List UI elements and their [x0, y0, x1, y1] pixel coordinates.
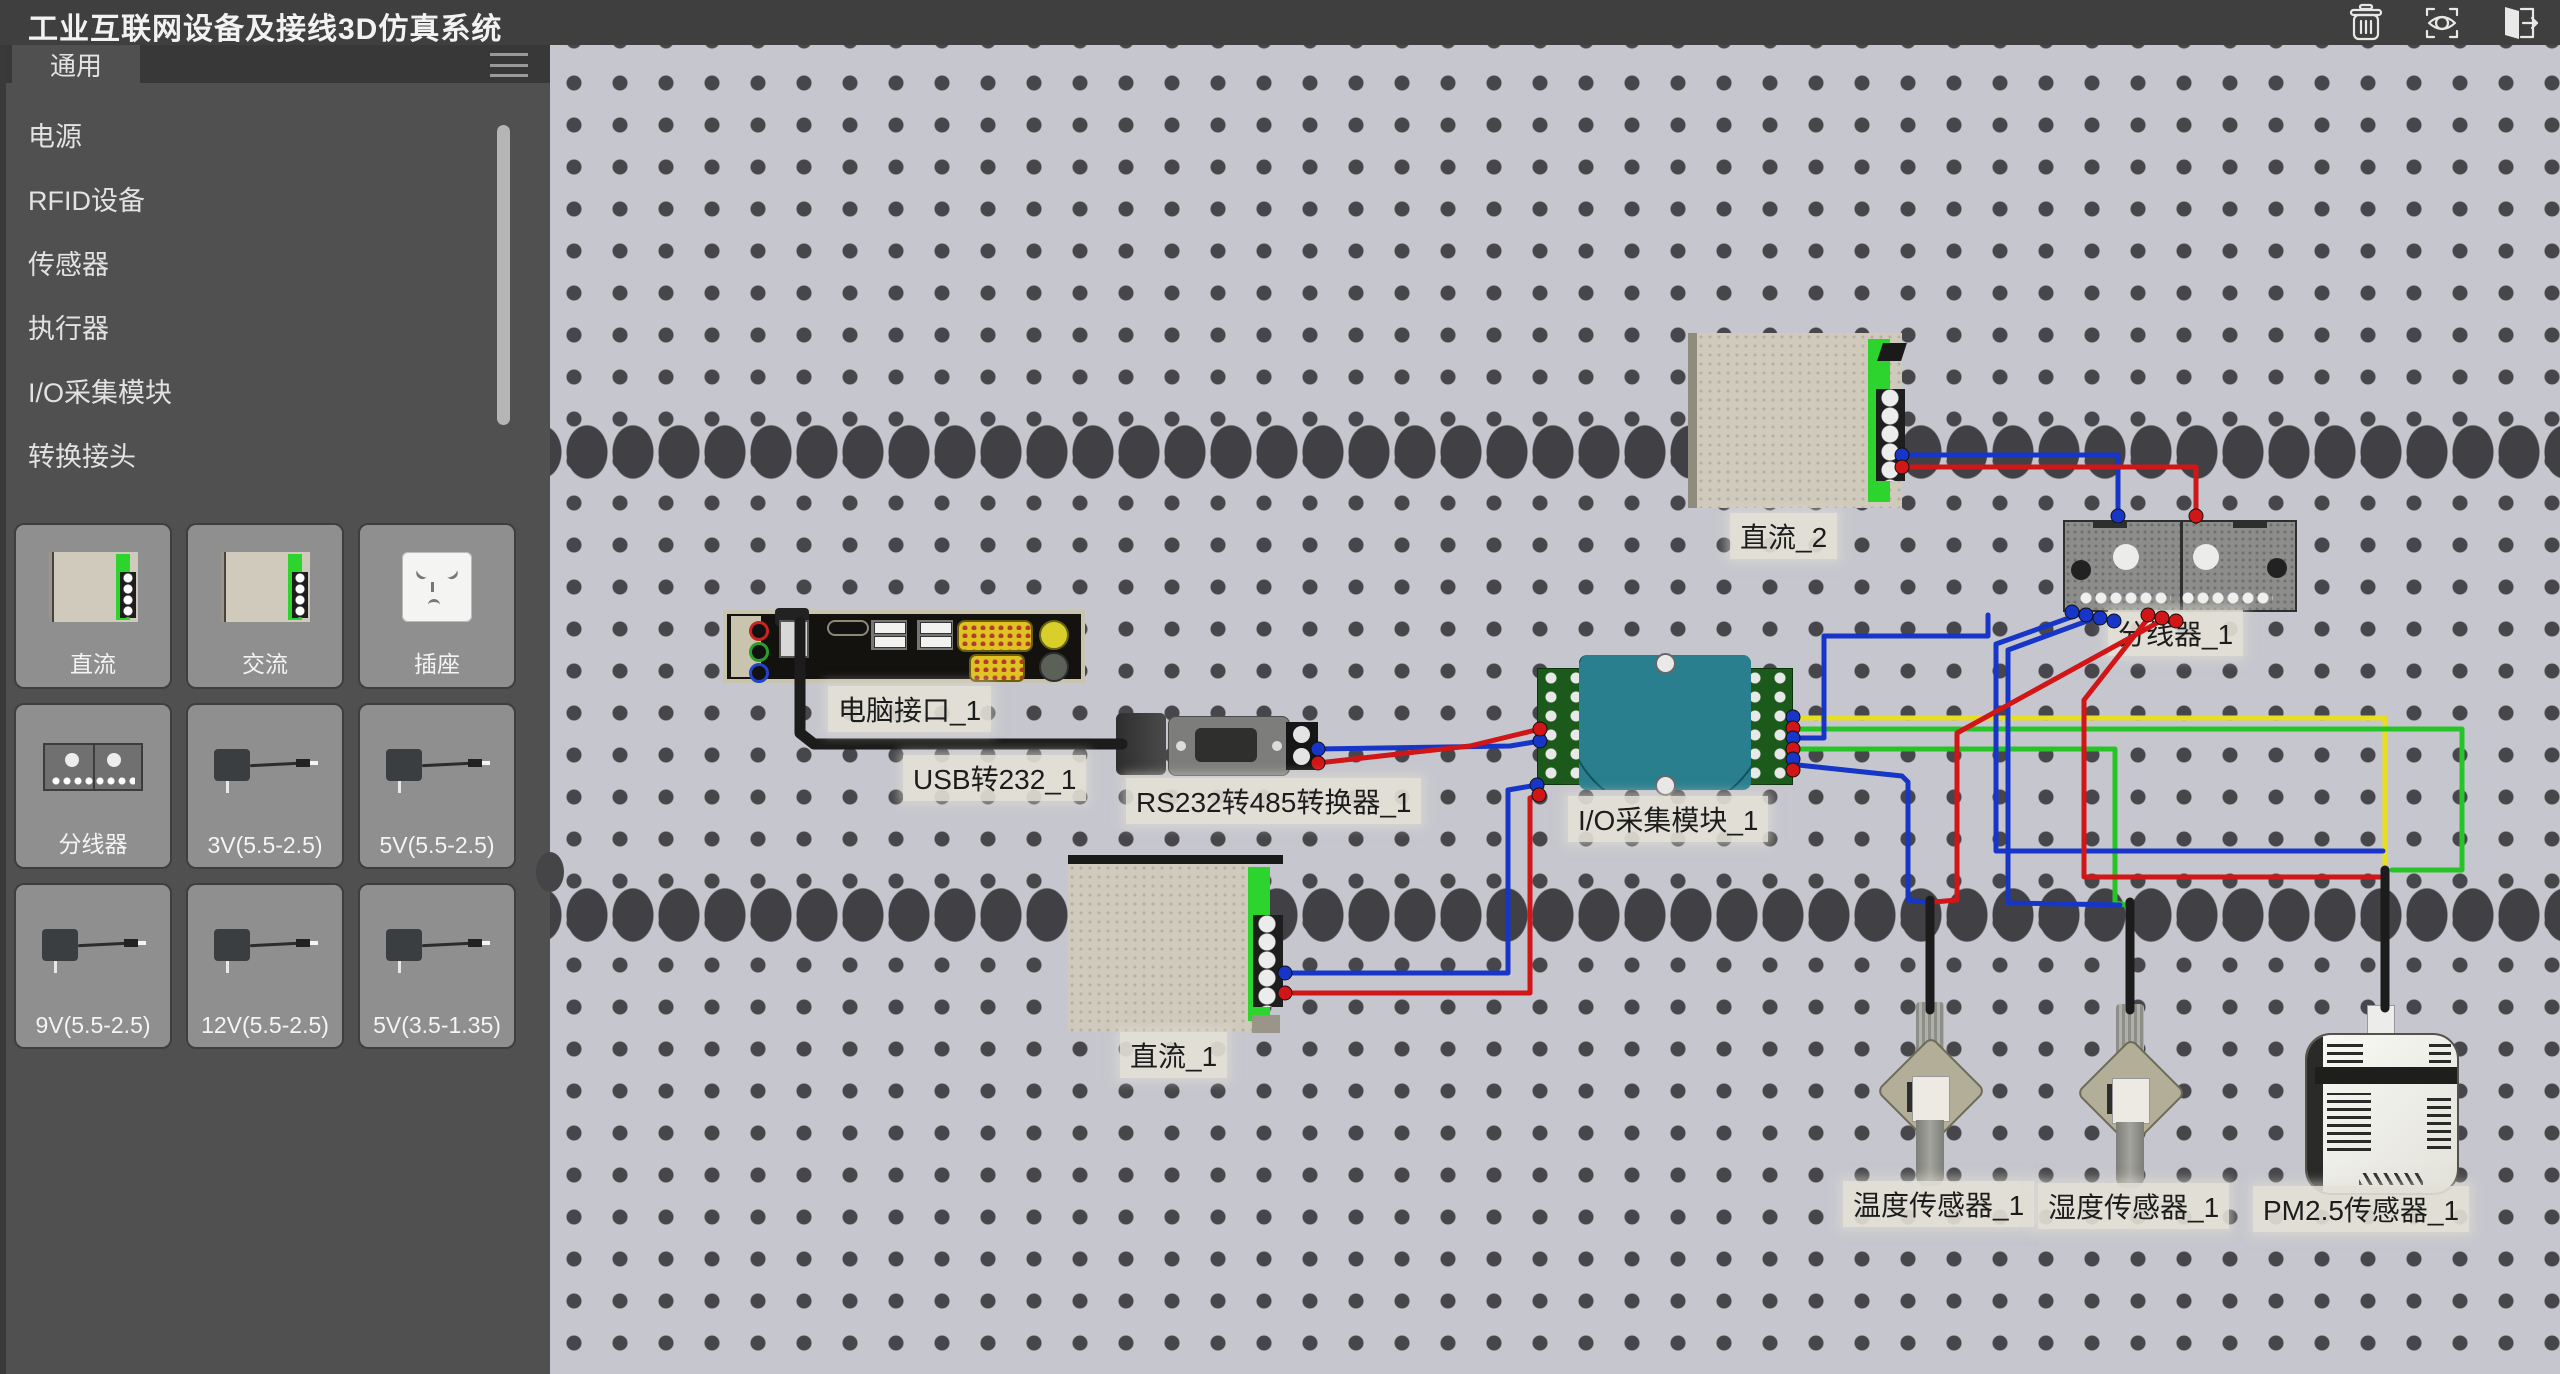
dc2-terminal-block: [1876, 389, 1905, 481]
exit-icon[interactable]: [2490, 2, 2546, 44]
audio-jack-red: [749, 621, 769, 641]
palette-card-12v[interactable]: 12V(5.5-2.5): [186, 883, 344, 1049]
title-bar: 工业互联网设备及接线3D仿真系统: [0, 0, 2560, 45]
device-humidity-sensor[interactable]: [2085, 1002, 2175, 1194]
tab-row: 通用: [6, 45, 550, 83]
sidebar-scrollbar[interactable]: [497, 125, 510, 425]
label-pm25: PM2.5传感器_1: [2253, 1186, 2469, 1232]
view-focus-icon[interactable]: [2414, 2, 2470, 44]
splitter-screw: [2193, 544, 2219, 570]
device-usb-to-232[interactable]: [1116, 713, 1166, 775]
label-humidity: 湿度传感器_1: [2038, 1183, 2229, 1229]
serial-port: [969, 654, 1025, 682]
adapter-thumb: [38, 917, 148, 977]
adapter-thumb: [382, 737, 492, 797]
splitter-thumb: [43, 743, 143, 791]
palette-card-5v[interactable]: 5V(5.5-2.5): [358, 703, 516, 869]
converter-terminal-block[interactable]: [1286, 722, 1318, 770]
dc-board-thumb: [49, 552, 138, 622]
socket-thumb: [402, 552, 472, 622]
label-pc-interface: 电脑接口_1: [828, 686, 991, 732]
trash-icon[interactable]: [2338, 2, 2394, 44]
menu-icon[interactable]: [490, 53, 528, 77]
ac-board-thumb: [221, 552, 310, 622]
sidebar-item-actuator[interactable]: 执行器: [6, 297, 550, 361]
label-temperature: 温度传感器_1: [1843, 1181, 2034, 1227]
palette-card-5v-135[interactable]: 5V(3.5-1.35): [358, 883, 516, 1049]
palette-card-ac[interactable]: 交流: [186, 523, 344, 689]
label-splitter: 分线器_1: [2108, 610, 2243, 656]
palette-card-3v[interactable]: 3V(5.5-2.5): [186, 703, 344, 869]
dc1-terminal-block: [1253, 915, 1283, 1007]
adapter-thumb: [382, 917, 492, 977]
header-actions: [2338, 2, 2546, 44]
category-menu: 电源 RFID设备 传感器 执行器 I/O采集模块 转换接头: [6, 105, 550, 489]
ps2-port: [779, 620, 809, 658]
sidebar-item-adapter[interactable]: 转换接头: [6, 425, 550, 489]
adapter-thumb: [210, 917, 320, 977]
device-palette: 直流 交流 插座 分线器 3V(5.5-2.5) 5V(5.5-2.5) 9V(…: [14, 523, 520, 1049]
round-connector-dark: [1039, 652, 1069, 682]
palette-card-socket[interactable]: 插座: [358, 523, 516, 689]
device-dc-power-2[interactable]: [1688, 333, 1902, 508]
pegboard-big-hole-row: [550, 423, 2560, 481]
round-connector-yellow: [1039, 620, 1069, 650]
device-dc-power-1[interactable]: [1068, 855, 1290, 1035]
pegboard-big-hole-row: [550, 886, 2560, 944]
vga-port: [957, 620, 1033, 652]
palette-card-dc[interactable]: 直流: [14, 523, 172, 689]
sidebar-item-io-module[interactable]: I/O采集模块: [6, 361, 550, 425]
vent-slot: [827, 620, 869, 636]
adapter-thumb: [210, 737, 320, 797]
palette-card-splitter[interactable]: 分线器: [14, 703, 172, 869]
label-dc2: 直流_2: [1730, 513, 1837, 559]
io-screw: [1655, 775, 1676, 796]
device-rs232-485-converter[interactable]: [1168, 716, 1290, 776]
workspace-canvas[interactable]: 电脑接口_1 USB转232_1 RS232转485转换器_1 I/O采集模块_…: [550, 45, 2560, 1374]
io-screw: [1655, 653, 1676, 674]
sidebar-item-power[interactable]: 电源: [6, 105, 550, 169]
usb-ports: [871, 620, 907, 650]
audio-jack-green: [749, 642, 769, 662]
palette-card-9v[interactable]: 9V(5.5-2.5): [14, 883, 172, 1049]
device-temperature-sensor[interactable]: [1885, 1000, 1975, 1192]
audio-jack-blue: [749, 663, 769, 683]
device-pc-interface[interactable]: [723, 610, 1085, 683]
sidebar: 通用 电源 RFID设备 传感器 执行器 I/O采集模块 转换接头 直流 交流 …: [0, 45, 550, 1374]
app-title: 工业互联网设备及接线3D仿真系统: [28, 4, 502, 48]
device-io-module[interactable]: [1537, 655, 1793, 790]
device-splitter[interactable]: [2063, 520, 2297, 612]
device-pm25-sensor[interactable]: [2305, 1005, 2460, 1193]
usb-ports: [917, 620, 953, 650]
sidebar-collapse-handle[interactable]: [536, 852, 564, 892]
label-io-module: I/O采集模块_1: [1568, 796, 1768, 842]
splitter-screw: [2113, 544, 2139, 570]
sidebar-item-sensor[interactable]: 传感器: [6, 233, 550, 297]
sidebar-item-rfid[interactable]: RFID设备: [6, 169, 550, 233]
label-rs232-485: RS232转485转换器_1: [1126, 778, 1421, 824]
label-usb-232: USB转232_1: [903, 755, 1086, 801]
label-dc1: 直流_1: [1120, 1032, 1227, 1078]
tab-general[interactable]: 通用: [12, 45, 140, 83]
